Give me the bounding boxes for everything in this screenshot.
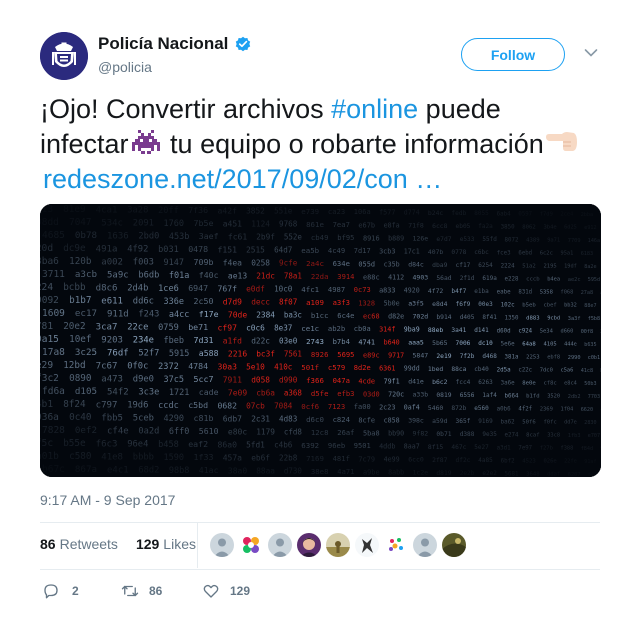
space-invader-emoji-icon — [131, 130, 160, 154]
liker-avatar[interactable] — [384, 533, 408, 557]
tweet-text-part: infectar — [40, 129, 129, 159]
liker-avatar[interactable] — [413, 533, 437, 557]
hex-code-matrix-image: 781381e94ca13a2820ff7f36a42f3852551ee739… — [40, 204, 601, 477]
retweet-count: 86 — [149, 584, 163, 598]
reply-button[interactable]: 2 — [42, 582, 79, 600]
like-button[interactable]: 129 — [202, 582, 250, 600]
verified-badge-icon — [236, 36, 251, 52]
tweet-text: ¡Ojo! Convertir archivos #online puede i… — [40, 92, 620, 197]
retweet-icon — [121, 585, 139, 597]
user-handle[interactable]: @policia — [98, 59, 152, 75]
liker-avatar[interactable] — [297, 533, 321, 557]
heart-icon — [203, 584, 219, 598]
retweet-button[interactable]: 86 — [121, 582, 162, 600]
liker-avatar[interactable] — [210, 533, 234, 557]
follow-button[interactable]: Follow — [461, 38, 565, 71]
liker-avatars — [210, 533, 466, 557]
pointing-left-hand-emoji-icon — [545, 132, 577, 151]
tweet-media-image[interactable]: 781381e94ca13a2820ff7f36a42f3852551ee739… — [40, 204, 601, 477]
divider — [40, 569, 600, 570]
tweet-text-part: puede — [418, 94, 501, 124]
liker-avatar[interactable] — [268, 533, 292, 557]
display-name-text: Policía Nacional — [98, 34, 229, 53]
stats-separator — [197, 523, 198, 568]
profile-avatar[interactable] — [40, 32, 88, 80]
likes-label[interactable]: Likes — [163, 536, 196, 552]
retweets-count[interactable]: 86 — [40, 536, 56, 552]
police-badge-icon — [40, 32, 88, 80]
reply-icon — [44, 584, 58, 599]
retweets-label[interactable]: Retweets — [60, 536, 118, 552]
like-count: 129 — [230, 584, 251, 598]
tweet-timestamp[interactable]: 9:17 AM - 9 Sep 2017 — [40, 492, 175, 508]
liker-avatar[interactable] — [239, 533, 263, 557]
hashtag-link[interactable]: #online — [331, 94, 418, 124]
engagement-stats: 86 Retweets 129 Likes — [40, 536, 196, 552]
divider — [40, 522, 600, 523]
tweet-url-link[interactable]: redeszone.net/2017/09/02/con … — [43, 164, 442, 194]
liker-avatar[interactable] — [355, 533, 379, 557]
liker-avatar[interactable] — [326, 533, 350, 557]
display-name[interactable]: Policía Nacional — [98, 34, 252, 54]
liker-avatar[interactable] — [442, 533, 466, 557]
tweet-text-part: ¡Ojo! Convertir archivos — [40, 94, 332, 124]
reply-count: 2 — [72, 584, 79, 598]
tweet-text-part: tu equipo o robarte información — [162, 129, 544, 159]
chevron-down-icon[interactable] — [584, 48, 598, 58]
likes-count[interactable]: 129 — [136, 536, 159, 552]
